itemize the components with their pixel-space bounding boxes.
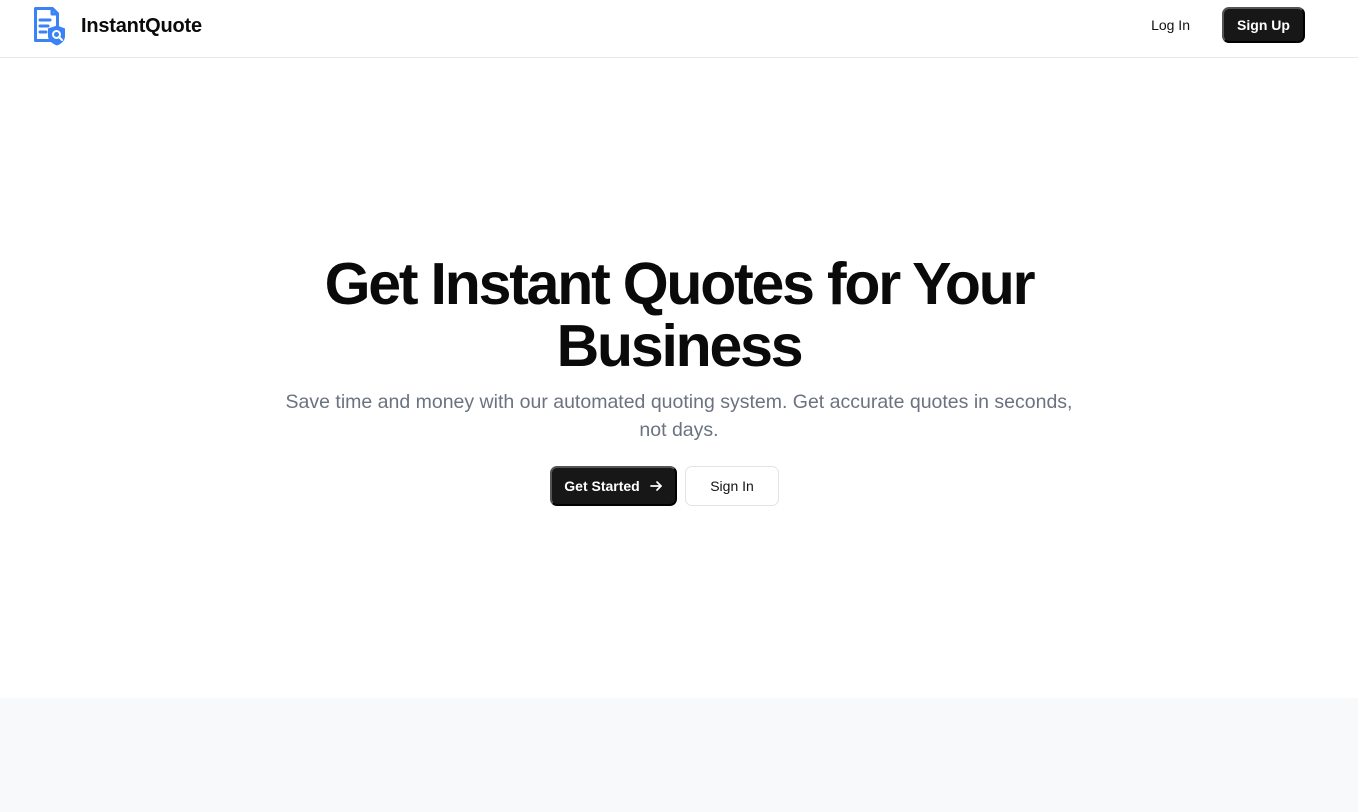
get-started-label: Get Started [564,478,640,494]
document-search-icon [34,7,65,46]
lower-content-section [0,698,1358,812]
signup-button[interactable]: Sign Up [1222,7,1305,43]
login-link[interactable]: Log In [1151,11,1190,39]
brand-name: InstantQuote [81,14,202,37]
arrow-right-icon [649,481,662,491]
header-navigation: Log In Sign Up [1151,7,1305,43]
hero-section: Get Instant Quotes for Your Business Sav… [0,58,1358,698]
hero-subtitle: Save time and money with our automated q… [285,391,1073,441]
sign-in-button[interactable]: Sign In [685,466,779,506]
hero-title: Get Instant Quotes for Your Business [324,251,1036,379]
site-header: InstantQuote Log In Sign Up [0,0,1358,58]
hero-actions: Get Started Sign In [550,466,779,506]
get-started-button[interactable]: Get Started [550,466,677,506]
brand[interactable]: InstantQuote [32,5,202,47]
